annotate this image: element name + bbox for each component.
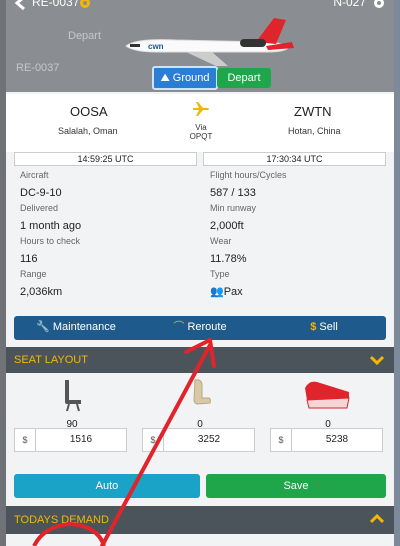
min-runway-label: Min runway: [210, 203, 257, 213]
other-registration-label: N-027: [333, 0, 366, 9]
ghost-code-label: RE-0037: [16, 62, 60, 74]
destination-city: Hotan, China: [288, 126, 341, 136]
via-code: OPQT: [189, 132, 213, 141]
ghost-depart-label: Depart: [68, 30, 102, 42]
first-class-column: 0: [268, 378, 388, 430]
todays-demand-title: TODAYS DEMAND: [14, 514, 109, 526]
aircraft-label: Aircraft: [20, 170, 49, 180]
business-price-field: $ 3252: [142, 428, 255, 452]
hours-to-check-value: 116: [20, 253, 38, 265]
first-class-price-field: $ 5238: [270, 428, 383, 452]
currency-symbol: $: [142, 428, 163, 452]
auto-button[interactable]: Auto: [14, 474, 200, 498]
registration-label: RE-0037: [32, 0, 80, 9]
first-class-price-input[interactable]: 5238: [291, 428, 383, 452]
seat-layout-title: SEAT LAYOUT: [14, 354, 88, 366]
ground-status-button[interactable]: ⛰ Ground: [152, 66, 218, 90]
chevron-up-icon[interactable]: [370, 514, 384, 524]
economy-column: 90: [12, 378, 132, 430]
reroute-icon: ⌒: [173, 321, 188, 333]
reroute-button[interactable]: ⌒ Reroute: [138, 316, 262, 340]
back-chevron-icon[interactable]: [14, 0, 28, 10]
people-icon: 👥: [210, 286, 224, 298]
ground-label: Ground: [172, 72, 210, 84]
arrival-time: 17:30:34 UTC: [203, 152, 386, 166]
hours-to-check-label: Hours to check: [20, 236, 81, 246]
type-label: Type: [210, 269, 230, 279]
currency-symbol: $: [270, 428, 291, 452]
wear-label: Wear: [210, 236, 232, 246]
business-price-input[interactable]: 3252: [163, 428, 255, 452]
depart-button[interactable]: Depart: [217, 68, 271, 88]
economy-price-input[interactable]: 1516: [35, 428, 127, 452]
aircraft-header: RE-0037 N-027 Depart RE-0037 cwn ⛰ Groun…: [6, 0, 394, 92]
wear-value: 11.78%: [210, 253, 247, 265]
economy-seat-icon: [65, 380, 81, 412]
airplane-icon: [193, 102, 209, 116]
sell-button[interactable]: $ Sell: [262, 316, 386, 340]
wrench-icon: 🔧: [36, 321, 53, 333]
delivered-value: 1 month ago: [20, 220, 82, 232]
flight-hours-label: Flight hours/Cycles: [210, 170, 287, 180]
first-class-seat-icon: [305, 381, 350, 409]
currency-symbol: $: [14, 428, 35, 452]
type-value: Pax: [223, 286, 243, 298]
aircraft-value: DC-9-10: [20, 187, 62, 199]
maintenance-label: Maintenance: [52, 321, 116, 333]
min-runway-value: 2,000ft: [210, 220, 244, 232]
depart-label: Depart: [227, 72, 261, 84]
maintenance-button[interactable]: 🔧 Maintenance: [14, 316, 138, 340]
origin-city: Salalah, Oman: [58, 126, 118, 136]
origin-code: OOSA: [70, 104, 108, 119]
sell-label: Sell: [319, 321, 338, 333]
destination-code: ZWTN: [294, 104, 332, 119]
reroute-label: Reroute: [187, 321, 227, 333]
details-left-column: Aircraft DC-9-10 Delivered 1 month ago H…: [20, 170, 200, 302]
business-seat-icon: [193, 379, 211, 405]
gear-icon[interactable]: [78, 0, 92, 10]
delivered-label: Delivered: [20, 203, 59, 213]
seat-layout-header[interactable]: SEAT LAYOUT: [6, 347, 394, 373]
type-value-row: 👥Pax: [210, 283, 390, 302]
action-bar: 🔧 Maintenance ⌒ Reroute $ Sell: [14, 316, 386, 340]
flight-hours-value: 587 / 133: [210, 187, 256, 199]
gear-icon[interactable]: [372, 0, 386, 10]
economy-price-field: $ 1516: [14, 428, 127, 452]
save-button[interactable]: Save: [206, 474, 386, 498]
departure-time: 14:59:25 UTC: [14, 152, 197, 166]
details-right-column: Flight hours/Cycles 587 / 133 Min runway…: [210, 170, 390, 302]
range-value: 2,036km: [20, 286, 63, 298]
ground-icon: ⛰: [160, 72, 173, 84]
via-label: Via: [195, 123, 207, 132]
todays-demand-header[interactable]: TODAYS DEMAND: [6, 506, 394, 534]
route-section: OOSA Salalah, Oman Via OPQT ZWTN Hotan, …: [6, 94, 394, 152]
business-column: 0: [140, 378, 260, 430]
aircraft-image: cwn: [125, 18, 294, 66]
svg-text:cwn: cwn: [148, 42, 164, 51]
flight-times: 14:59:25 UTC 17:30:34 UTC: [14, 152, 386, 166]
aircraft-panel: RE-0037 N-027 Depart RE-0037 cwn ⛰ Groun…: [6, 0, 394, 546]
range-label: Range: [20, 269, 47, 279]
chevron-down-icon[interactable]: [370, 355, 384, 365]
